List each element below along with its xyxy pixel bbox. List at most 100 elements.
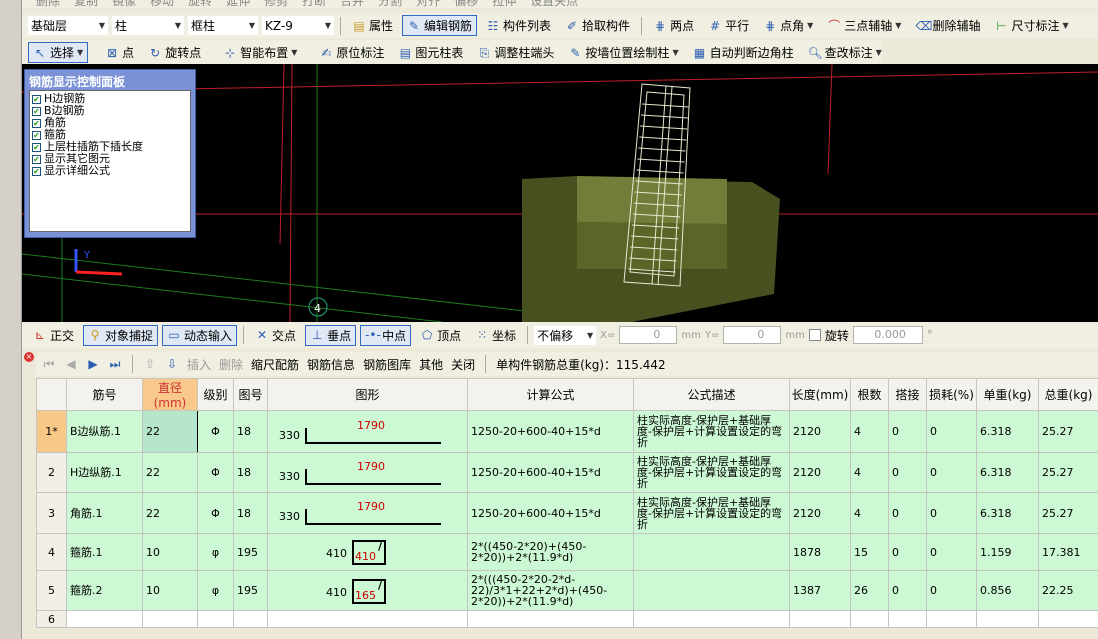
first-record-icon[interactable]: ⏮ [42,357,56,371]
dynamic-input-button[interactable]: ▭ 动态输入 [162,324,238,346]
cell-figure-no[interactable]: 18 [233,492,268,534]
cell-diameter[interactable]: 22 [142,492,198,534]
cell-unit-weight[interactable] [976,610,1039,628]
mirror-button[interactable]: 镜像 [112,0,136,8]
rotate-input[interactable]: 0.000 [852,326,923,344]
delete-row-button[interactable]: 删除 [219,356,243,373]
perpendicular-button[interactable]: ⊥ 垂点 [305,324,357,346]
cell-formula[interactable]: 1250-20+600-40+15*d [467,492,634,534]
cell-shape[interactable]: 410/410 [267,533,468,571]
midpoint-button[interactable]: -•- 中点 [360,324,412,346]
auto-corner-column-button[interactable]: ▦ 自动判断边角柱 [688,42,799,63]
two-point-axis-button[interactable]: ⋕ 两点 [648,15,699,36]
cell-count[interactable]: 4 [850,492,889,534]
cell-shape[interactable]: 330 1790 [267,452,468,493]
cell-formula[interactable]: 1250-20+600-40+15*d [467,410,634,453]
column-header[interactable]: 直径(mm) [142,378,198,411]
row-number[interactable]: 4 [36,533,67,571]
ortho-button[interactable]: ⊾ 正交 [28,325,79,346]
point-button[interactable]: ⊠ 点 [100,42,139,63]
checkbox-checked-icon[interactable]: ✔ [32,94,41,104]
cell-total-weight[interactable]: 25.27 [1038,452,1098,493]
cell-lap[interactable]: 0 [888,533,927,571]
rebar-library-button[interactable]: 钢筋图库 [363,356,411,373]
move-up-icon[interactable]: ⇧ [143,357,157,371]
cell-figure-no[interactable]: 18 [233,410,268,453]
type-select[interactable]: 柱 ▼ [112,16,184,35]
cell-formula[interactable] [467,610,634,628]
extend-button[interactable]: 延伸 [226,0,250,8]
cell-unit-weight[interactable]: 6.318 [976,492,1039,534]
cell-grade[interactable] [197,610,234,628]
cell-shape[interactable]: 410 /165 [267,570,468,611]
cell-total-weight[interactable]: 25.27 [1038,492,1098,534]
cell-bar-name[interactable]: B边纵筋.1 [66,410,143,453]
column-header[interactable] [36,378,67,411]
rotate-point-button[interactable]: ↻ 旋转点 [143,42,206,63]
scale-rebar-button[interactable]: 缩尺配筋 [251,356,299,373]
cell-shape[interactable] [267,610,468,628]
cell-figure-no[interactable] [233,610,268,628]
insert-button[interactable]: 插入 [187,356,211,373]
cell-loss[interactable] [926,610,977,628]
next-record-icon[interactable]: ▶ [86,357,100,371]
cell-diameter[interactable] [142,610,198,628]
cell-bar-name[interactable]: H边纵筋.1 [66,452,143,493]
column-header[interactable]: 计算公式 [467,378,634,411]
checkbox-checked-icon[interactable]: ✔ [32,130,41,140]
move-button[interactable]: 移动 [150,0,174,8]
delete-axis-button[interactable]: ⌫ 删除辅轴 [910,15,985,36]
cell-length[interactable]: 1387 [789,570,851,611]
cell-shape[interactable]: 330 1790 [267,410,468,453]
column-header[interactable]: 损耗(%) [926,378,977,411]
coordinate-button[interactable]: ⁙ 坐标 [470,325,521,346]
select-button[interactable]: ↖ 选择 ▼ [28,42,89,63]
cell-count[interactable]: 4 [850,452,889,493]
cell-total-weight[interactable]: 17.381 [1038,533,1098,571]
close-panel-icon[interactable]: × [24,352,34,362]
offset-select[interactable]: 不偏移 ▼ [534,325,597,345]
cell-loss[interactable]: 0 [926,570,977,611]
cell-shape[interactable]: 330 1790 [267,492,468,534]
cell-description[interactable]: 柱实际高度-保护层+基础厚度-保护层+计算设置设定的弯折 [633,492,790,534]
other-menu-button[interactable]: 其他 [419,356,443,373]
checkbox-checked-icon[interactable]: ✔ [32,118,41,128]
column-header[interactable]: 图形 [267,378,468,411]
checkbox-checked-icon[interactable]: ✔ [32,142,41,152]
cell-bar-name[interactable] [66,610,143,628]
cell-unit-weight[interactable]: 0.856 [976,570,1039,611]
cell-unit-weight[interactable]: 6.318 [976,452,1039,493]
cell-description[interactable] [633,610,790,628]
cell-diameter[interactable]: 22 [142,410,198,453]
point-angle-button[interactable]: ⋕ 点角 ▼ [758,15,818,36]
cell-length[interactable]: 2120 [789,410,851,453]
cell-total-weight[interactable] [1038,610,1098,628]
copy-button[interactable]: 复制 [74,0,98,8]
cell-description[interactable] [633,533,790,571]
split-button[interactable]: 分割 [378,0,402,8]
table-row[interactable]: 4 箍筋.1 10 φ 195 410/410 2*((450-2*20)+(450-2… [36,533,1098,571]
smart-layout-button[interactable]: ⊹ 智能布置 ▼ [218,42,302,63]
cell-formula[interactable]: 2*(((450-2*20-2*d-22)/3*1+22+2*d)+(450-2… [467,570,634,611]
stretch-button[interactable]: 拉伸 [492,0,516,8]
column-header[interactable]: 长度(mm) [789,378,851,411]
trim-button[interactable]: 修剪 [264,0,288,8]
cell-formula[interactable]: 2*((450-2*20)+(450-2*20))+2*(11.9*d) [467,533,634,571]
cell-unit-weight[interactable]: 1.159 [976,533,1039,571]
rotate-checkbox[interactable] [808,329,821,341]
checkbox-checked-icon[interactable]: ✔ [32,154,41,164]
floor-select[interactable]: 基础层 ▼ [28,16,108,35]
cell-lap[interactable] [888,610,927,628]
cell-count[interactable] [850,610,889,628]
x-input[interactable]: 0 [619,326,678,344]
cell-bar-name[interactable]: 箍筋.1 [66,533,143,571]
cell-loss[interactable]: 0 [926,492,977,534]
cell-length[interactable]: 2120 [789,492,851,534]
cell-grade[interactable]: Φ [197,452,234,493]
column-header[interactable]: 公式描述 [633,378,790,411]
column-table-button[interactable]: ▤ 图元柱表 [393,42,468,63]
cell-bar-name[interactable]: 箍筋.2 [66,570,143,611]
cell-grade[interactable]: φ [197,570,234,611]
column-header[interactable]: 图号 [233,378,268,411]
table-row[interactable]: 3 角筋.1 22 Φ 18 330 1790 1250-20+600-40+15*d 柱实… [36,492,1098,534]
